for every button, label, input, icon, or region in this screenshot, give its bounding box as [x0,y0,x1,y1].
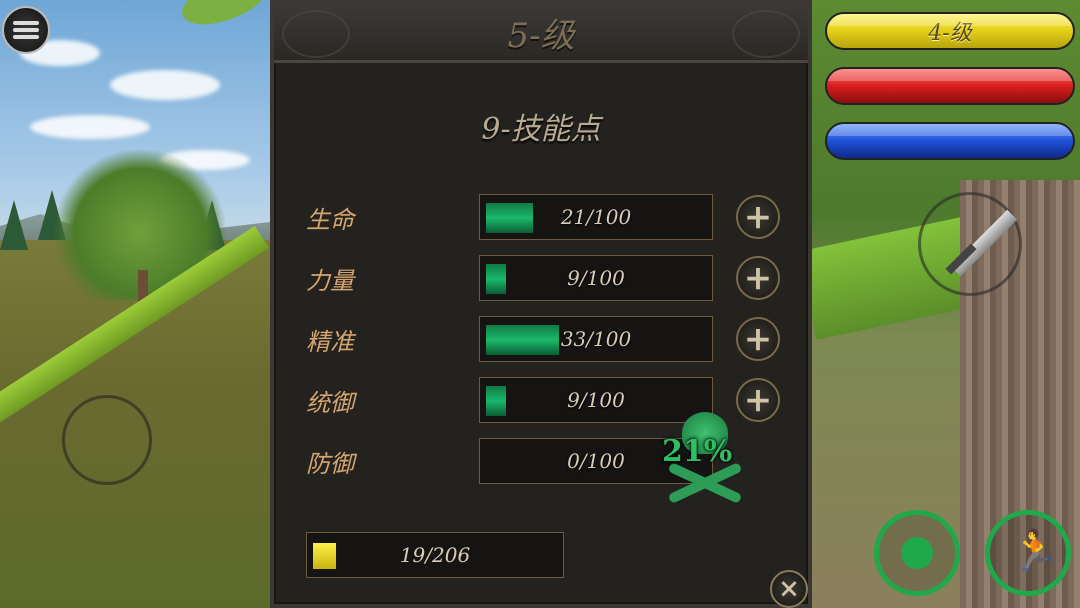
ornament-icon [282,10,350,58]
target-button[interactable] [874,510,960,596]
experience-value: 19/206 [399,543,471,567]
panel-title: 5-级 [507,15,575,56]
level-bar: 4-级 [825,12,1075,50]
stat-bar-accuracy: 33/100 [479,316,713,362]
poison-percent: 21% [662,434,733,469]
menu-icon [13,21,39,25]
plus-icon: + [743,197,773,237]
stat-label-accuracy: 精准 [306,328,354,356]
panel-header: 5-级 [274,4,808,63]
skill-points-label: 9-技能点 [481,112,601,147]
target-icon [901,537,933,569]
stat-label-command: 统御 [306,389,354,417]
add-strength-button[interactable]: + [736,256,780,300]
close-icon: × [778,574,800,604]
mana-bar [825,122,1075,160]
stat-bar-strength: 9/100 [479,255,713,301]
stat-label-strength: 力量 [306,267,354,295]
experience-bar: 19/206 [306,532,564,578]
close-button[interactable]: × [770,570,808,608]
menu-button[interactable] [2,6,50,54]
poison-indicator: 21% [660,412,750,512]
attack-button[interactable] [918,192,1022,296]
plus-icon: + [743,319,773,359]
stat-label-defense: 防御 [306,450,354,478]
run-button[interactable]: 🏃 [985,510,1071,596]
movement-joystick[interactable] [62,395,152,485]
stat-value: 33/100 [560,327,632,351]
health-bar [825,67,1075,105]
stat-value: 9/100 [567,266,625,290]
stat-value: 9/100 [567,388,625,412]
stat-label-health: 生命 [306,206,354,234]
stat-bar-health: 21/100 [479,194,713,240]
plus-icon: + [743,258,773,298]
ornament-icon [732,10,800,58]
level-up-panel: 5-级 9-技能点 生命 21/100 + 力量 9/100 + 精准 33/1… [270,0,812,608]
add-accuracy-button[interactable]: + [736,317,780,361]
stat-value: 21/100 [560,205,632,229]
add-health-button[interactable]: + [736,195,780,239]
sword-icon [950,209,1018,277]
run-icon: 🏃 [1010,528,1060,574]
